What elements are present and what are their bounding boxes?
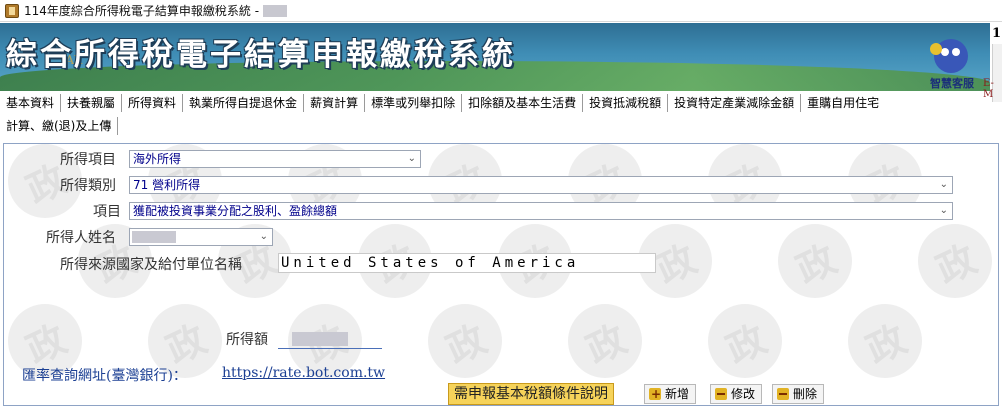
income-form-panel: 政 政 政 政 政 政 政 政 政 政 政 政 政 政 政 政 政 政 政 政 … — [3, 143, 999, 406]
watermark-seal: 政 — [708, 304, 782, 378]
chevron-down-icon: ⌄ — [939, 205, 948, 216]
edit-button[interactable]: 修改 — [710, 384, 763, 404]
smart-assistant-button[interactable]: 智慧客服 — [930, 37, 978, 90]
watermark-seal: 政 — [848, 304, 922, 378]
add-button[interactable]: 新增 — [644, 384, 697, 404]
source-label: 所得來源國家及給付單位名稱 — [60, 257, 242, 273]
income-category-value: 71 營利所得 — [133, 178, 201, 192]
earner-name-select[interactable]: ⌄ — [129, 228, 273, 246]
header-banner: TAX 綜合所得稅電子結算申報繳稅系統 智慧客服 — [0, 23, 990, 91]
source-input[interactable]: United States of America — [278, 253, 656, 273]
assistant-badge-icon — [930, 43, 942, 55]
chevron-down-icon: ⌄ — [407, 153, 416, 164]
edit-button-label: 修改 — [731, 387, 756, 401]
amount-input[interactable] — [278, 329, 382, 349]
delete-button-label: 刪除 — [793, 387, 818, 401]
menu-industry-deduction[interactable]: 投資特定產業減除金額 — [668, 94, 802, 112]
item-select[interactable]: 獲配被投資事業分配之股利、盈餘總額 ⌄ — [129, 202, 953, 220]
app-icon — [5, 3, 19, 18]
assistant-label: 智慧客服 — [930, 77, 974, 90]
earner-name-label: 所得人姓名 — [46, 230, 116, 246]
edit-icon — [715, 388, 727, 400]
menu-pension-contribution[interactable]: 執業所得自提退休金 — [183, 94, 305, 112]
title-redacted — [263, 4, 288, 17]
income-item-value: 海外所得 — [133, 152, 182, 166]
window-title: 114年度綜合所得稅電子結算申報繳稅系統 - — [24, 4, 260, 18]
main-menu-row-2: 計算、繳(退)及上傳 — [0, 115, 119, 137]
watermark-seal: 政 — [778, 224, 852, 298]
menu-salary-calc[interactable]: 薪資計算 — [304, 94, 366, 112]
exchange-rate-link[interactable]: https://rate.bot.com.tw — [222, 365, 385, 381]
window-title-bar: 114年度綜合所得稅電子結算申報繳稅系統 - — [0, 0, 1002, 22]
banner-title: 綜合所得稅電子結算申報繳稅系統 — [6, 37, 516, 73]
delete-button[interactable]: 刪除 — [772, 384, 825, 404]
watermark-seal: 政 — [568, 304, 642, 378]
menu-dependents[interactable]: 扶養親屬 — [61, 94, 123, 112]
menu-calc-upload[interactable]: 計算、繳(退)及上傳 — [0, 117, 119, 135]
delete-icon — [777, 388, 789, 400]
amount-redacted — [292, 332, 348, 346]
basic-tax-note-button[interactable]: 需申報基本稅額條件說明 — [448, 383, 614, 405]
income-category-select[interactable]: 71 營利所得 ⌄ — [129, 176, 953, 194]
chevron-down-icon: ⌄ — [259, 231, 268, 242]
watermark-seal: 政 — [428, 304, 502, 378]
income-item-select[interactable]: 海外所得 ⌄ — [129, 150, 421, 168]
main-menu: 基本資料 扶養親屬 所得資料 執業所得自提退休金 薪資計算 標準或列舉扣除 扣除… — [0, 92, 1002, 114]
exchange-rate-label: 匯率查詢網址(臺灣銀行)： — [22, 368, 187, 384]
amount-label: 所得額 — [226, 332, 268, 348]
item-value: 獲配被投資事業分配之股利、盈餘總額 — [133, 204, 338, 218]
menu-deductions[interactable]: 標準或列舉扣除 — [365, 94, 463, 112]
menu-income-data[interactable]: 所得資料 — [122, 94, 184, 112]
chevron-down-icon: ⌄ — [939, 179, 948, 190]
income-category-label: 所得類別 — [60, 178, 116, 194]
edge-number: 1 — [992, 26, 1002, 41]
watermark-seal: 政 — [918, 224, 992, 298]
menu-home-repurchase[interactable]: 重購自用住宅 — [801, 94, 885, 112]
item-label: 項目 — [93, 204, 121, 220]
menu-living-expense[interactable]: 扣除額及基本生活費 — [462, 94, 584, 112]
income-item-label: 所得項目 — [60, 152, 116, 168]
menu-investment-credit[interactable]: 投資抵減稅額 — [583, 94, 669, 112]
add-icon — [649, 385, 661, 403]
add-button-label: 新增 — [665, 387, 690, 401]
earner-name-redacted — [132, 231, 176, 243]
menu-basic-info[interactable]: 基本資料 — [0, 94, 62, 112]
